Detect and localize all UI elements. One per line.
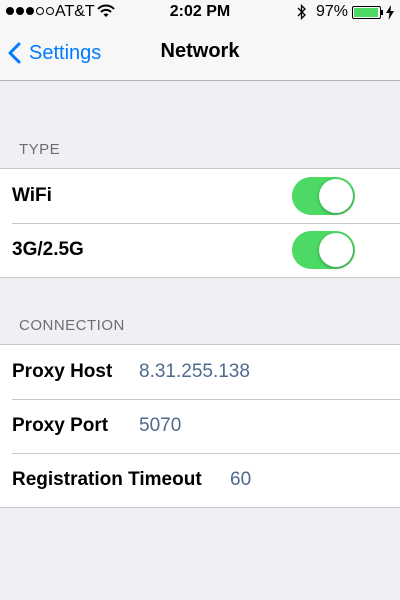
proxy-port-label: Proxy Port <box>12 415 109 436</box>
section-header-connection: CONNECTION <box>19 317 125 334</box>
status-bar: AT&T 2:02 PM 97% <box>0 0 400 26</box>
battery-fill <box>354 8 379 17</box>
proxy-host-field[interactable]: 8.31.255.138 <box>139 361 250 383</box>
cellular-label: 3G/2.5G <box>12 239 84 260</box>
page-title: Network <box>160 40 240 62</box>
registration-timeout-field[interactable]: 60 <box>230 469 251 491</box>
cellular-toggle[interactable] <box>292 231 355 269</box>
bluetooth-icon <box>297 3 307 25</box>
connection-group: Proxy Host 8.31.255.138 Proxy Port 5070 … <box>0 344 400 508</box>
registration-timeout-row[interactable]: Registration Timeout 60 <box>0 453 400 507</box>
charging-icon <box>386 5 394 25</box>
type-group: WiFi 3G/2.5G <box>0 168 400 278</box>
battery-tip <box>381 10 383 15</box>
battery-percent: 97% <box>316 3 349 20</box>
wifi-label: WiFi <box>12 185 52 206</box>
cellular-row: 3G/2.5G <box>0 223 400 277</box>
wifi-toggle[interactable] <box>292 177 355 215</box>
proxy-port-field[interactable]: 5070 <box>139 415 181 437</box>
battery-icon <box>352 6 381 19</box>
proxy-host-row[interactable]: Proxy Host 8.31.255.138 <box>0 345 400 399</box>
navigation-bar: Settings Network <box>0 26 400 81</box>
wifi-row: WiFi <box>0 169 400 223</box>
toggle-knob <box>319 179 353 213</box>
proxy-port-row[interactable]: Proxy Port 5070 <box>0 399 400 453</box>
toggle-knob <box>319 233 353 267</box>
registration-timeout-label: Registration Timeout <box>12 469 202 490</box>
proxy-host-label: Proxy Host <box>12 361 113 382</box>
section-header-type: TYPE <box>19 141 61 158</box>
